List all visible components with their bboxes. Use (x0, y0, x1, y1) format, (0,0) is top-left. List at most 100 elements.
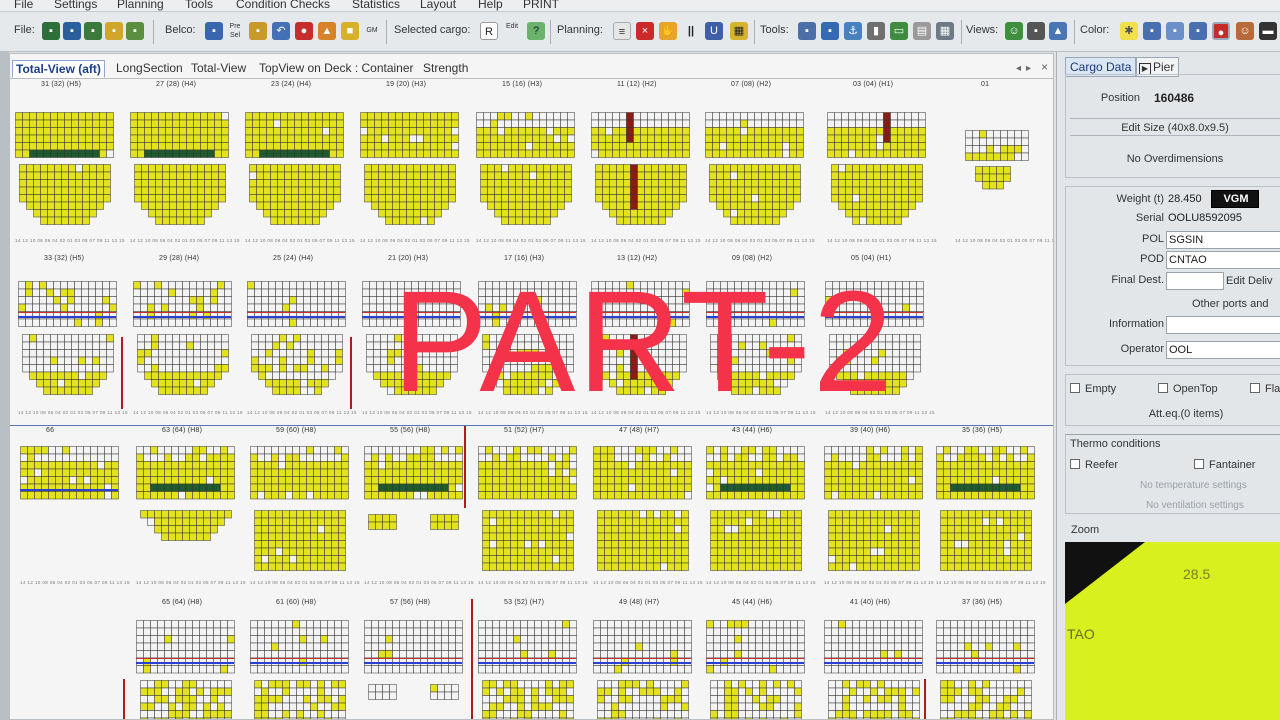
views-person-icon[interactable]: ☺ (1005, 22, 1023, 40)
color-crane-icon[interactable]: ▪ (1166, 22, 1184, 40)
bay-grid[interactable] (364, 446, 463, 500)
color-hazard-icon[interactable]: ● (1212, 22, 1230, 40)
menu-tools[interactable]: Tools (185, 0, 213, 11)
planning-pause-icon[interactable]: || (682, 22, 700, 40)
export-icon[interactable]: ▪ (126, 22, 144, 40)
bay-grid[interactable] (430, 514, 459, 530)
bay-grid[interactable] (18, 281, 117, 327)
open-folder-icon[interactable]: ▪ (105, 22, 123, 40)
fire-icon[interactable]: ▲ (318, 22, 336, 40)
bay-grid[interactable] (478, 281, 577, 327)
cargo-edit-icon[interactable]: Edit (503, 22, 521, 40)
bay-grid[interactable] (250, 620, 349, 674)
tab-total-view[interactable]: Total-View (188, 60, 249, 78)
undo-icon[interactable]: ↶ (272, 22, 290, 40)
bay-grid[interactable] (254, 510, 346, 571)
tools-anchor-icon[interactable]: ⚓ (844, 22, 862, 40)
bay-grid[interactable] (595, 334, 687, 395)
planning-hand-icon[interactable]: ✋ (659, 22, 677, 40)
planning-list-icon[interactable]: ≡ (613, 22, 631, 40)
menu-condition-checks[interactable]: Condition Checks (236, 0, 330, 11)
bay-grid[interactable] (827, 112, 926, 158)
bay-grid[interactable] (478, 446, 577, 500)
bay-grid[interactable] (595, 164, 687, 225)
menu-settings[interactable]: Settings (54, 0, 97, 11)
views-lamp-icon[interactable]: ▪ (1027, 22, 1045, 40)
menu-file[interactable]: File (14, 0, 33, 11)
tools-ship-icon[interactable]: ▪ (798, 22, 816, 40)
tab-topview-on-deck[interactable]: TopView on Deck : Container (256, 60, 417, 78)
tools-stack-icon[interactable]: ▪ (821, 22, 839, 40)
belco-tool-icon[interactable]: ▪ (249, 22, 267, 40)
planning-free-icon[interactable]: ▦ (730, 22, 748, 40)
bay-grid[interactable] (480, 164, 572, 225)
color-person-icon[interactable]: ☺ (1236, 22, 1254, 40)
bay-grid[interactable] (368, 514, 397, 530)
bay-grid[interactable] (360, 112, 459, 158)
bay-grid[interactable] (251, 334, 343, 395)
bay-grid[interactable] (940, 510, 1032, 571)
bay-grid[interactable] (140, 680, 232, 720)
bay-grid[interactable] (364, 620, 463, 674)
planning-crane-icon[interactable]: U (705, 22, 723, 40)
tab-longsection[interactable]: LongSection (113, 60, 186, 78)
tools-printer-icon[interactable]: ▤ (913, 22, 931, 40)
bay-grid[interactable] (130, 112, 229, 158)
bay-grid[interactable] (706, 281, 805, 327)
bay-grid[interactable] (829, 334, 921, 395)
bay-grid[interactable] (20, 446, 119, 500)
menu-help[interactable]: Help (478, 0, 503, 11)
bay-grid[interactable] (22, 334, 114, 395)
belco-ship-icon[interactable]: ▪ (205, 22, 223, 40)
planning-cancel-icon[interactable]: × (636, 22, 654, 40)
tools-screen-icon[interactable]: ▭ (890, 22, 908, 40)
bay-grid[interactable] (710, 334, 802, 395)
bay-grid[interactable] (249, 164, 341, 225)
bay-grid[interactable] (366, 334, 458, 395)
bay-grid[interactable] (591, 112, 690, 158)
tab-total-view-aft[interactable]: Total-View (aft) (12, 60, 105, 78)
bay-grid[interactable] (824, 446, 923, 500)
bay-grid[interactable] (936, 446, 1035, 500)
save-icon[interactable]: ▪ (63, 22, 81, 40)
bay-grid[interactable] (362, 281, 461, 327)
bay-grid[interactable] (137, 334, 229, 395)
tab-strength[interactable]: Strength (420, 60, 471, 78)
bay-grid[interactable] (593, 446, 692, 500)
cargo-rotate-icon[interactable]: R (480, 22, 498, 40)
bay-grid[interactable] (476, 112, 575, 158)
bay-grid[interactable] (136, 446, 235, 500)
gm-icon[interactable]: GM (363, 22, 381, 40)
bay-grid[interactable] (364, 164, 456, 225)
menu-layout[interactable]: Layout (420, 0, 456, 11)
bay-grid[interactable] (709, 164, 801, 225)
bay-grid[interactable] (706, 446, 805, 500)
bay-grid[interactable] (136, 620, 235, 674)
views-tower-icon[interactable]: ▲ (1049, 22, 1067, 40)
box-icon[interactable]: ■ (341, 22, 359, 40)
bay-grid[interactable] (705, 112, 804, 158)
color-sun-icon[interactable]: ✱ (1120, 22, 1138, 40)
bay-grid[interactable] (15, 112, 114, 158)
bay-grid[interactable] (245, 112, 344, 158)
stop-icon[interactable]: ● (295, 22, 313, 40)
tab-scroll-left-icon[interactable]: ◂ (1016, 63, 1021, 74)
bay-grid[interactable] (975, 166, 1011, 190)
color-stack-icon[interactable]: ▪ (1189, 22, 1207, 40)
save-as-icon[interactable]: ▪ (84, 22, 102, 40)
bay-grid[interactable] (597, 510, 689, 571)
bay-grid[interactable] (19, 164, 111, 225)
bay-grid[interactable] (831, 164, 923, 225)
bay-grid[interactable] (482, 510, 574, 571)
menu-statistics[interactable]: Statistics (352, 0, 400, 11)
cargo-help-icon[interactable]: ? (527, 22, 545, 40)
color-container-icon[interactable]: ▬ (1259, 22, 1277, 40)
bay-grid[interactable] (250, 446, 349, 500)
tools-calculator-icon[interactable]: ▦ (936, 22, 954, 40)
bay-grid[interactable] (825, 281, 924, 327)
bay-grid[interactable] (140, 510, 232, 541)
bay-grid[interactable] (482, 334, 574, 395)
tab-scroll-right-icon[interactable]: ▸ (1026, 63, 1031, 74)
menu-print[interactable]: PRINT (523, 0, 559, 11)
bay-grid[interactable] (133, 281, 232, 327)
